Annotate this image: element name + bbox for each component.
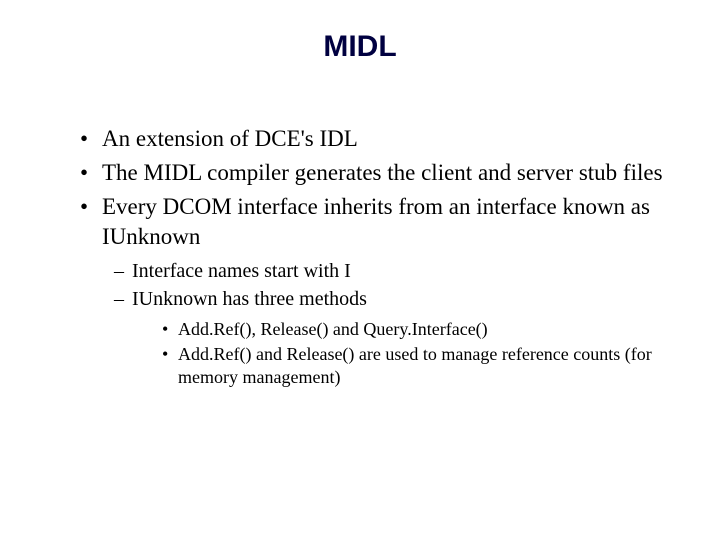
bullet-list-level-1: An extension of DCE's IDL The MIDL compi… xyxy=(50,124,670,390)
slide-title: MIDL xyxy=(50,30,670,64)
bullet-item: Every DCOM interface inherits from an in… xyxy=(80,192,670,390)
sub-sub-bullet-item: Add.Ref() and Release() are used to mana… xyxy=(162,343,670,390)
bullet-item: An extension of DCE's IDL xyxy=(80,124,670,154)
sub-bullet-item: Interface names start with I xyxy=(114,258,670,284)
sub-sub-bullet-item: Add.Ref(), Release() and Query.Interface… xyxy=(162,318,670,341)
sub-bullet-text: IUnknown has three methods xyxy=(132,288,367,310)
bullet-list-level-3: Add.Ref(), Release() and Query.Interface… xyxy=(132,318,670,390)
bullet-text: Every DCOM interface inherits from an in… xyxy=(102,194,650,249)
bullet-item: The MIDL compiler generates the client a… xyxy=(80,158,670,188)
bullet-list-level-2: Interface names start with I IUnknown ha… xyxy=(102,258,670,390)
sub-bullet-item: IUnknown has three methods Add.Ref(), Re… xyxy=(114,286,670,390)
